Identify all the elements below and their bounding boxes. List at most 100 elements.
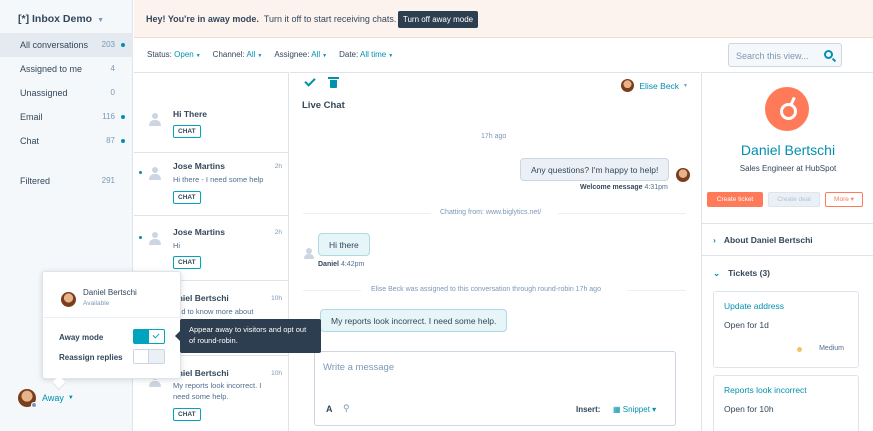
user-status-toggle[interactable]: Away ▼ — [18, 389, 74, 408]
snippet-dropdown[interactable]: ▦ Snippet ▾ — [613, 405, 656, 414]
chevron-down-icon: ▼ — [322, 53, 328, 59]
trash-icon[interactable] — [328, 77, 339, 88]
reassign-replies-toggle[interactable] — [133, 349, 165, 364]
sidebar-item-filtered[interactable]: Filtered 291 — [0, 169, 133, 193]
contact-name[interactable]: Daniel Bertschi — [702, 142, 873, 158]
check-icon[interactable] — [304, 75, 316, 87]
composer-placeholder: Write a message — [323, 362, 395, 373]
chevron-down-icon: ▼ — [195, 53, 201, 59]
list-item[interactable]: Jose Martins 2h Hi there - I need some h… — [134, 153, 289, 216]
sidebar-item-email[interactable]: Email 116 — [0, 105, 133, 129]
chevron-down-icon: ⌄ — [713, 268, 721, 278]
divider — [303, 290, 361, 291]
away-mode-toggle[interactable] — [133, 329, 165, 344]
unread-dot-icon — [121, 139, 125, 143]
unread-dot-icon — [139, 236, 142, 239]
avatar — [621, 79, 635, 92]
sidebar-item-count: 291 — [101, 176, 115, 185]
sidebar-item-count: 116 — [102, 112, 115, 121]
more-button[interactable]: More ▾ — [825, 192, 863, 207]
about-section[interactable]: › About Daniel Bertschi — [702, 223, 873, 255]
assignee-dropdown[interactable]: Elise Beck ▼ — [621, 79, 688, 92]
status-filter[interactable]: Status: Open ▼ — [147, 50, 201, 59]
message-composer[interactable]: Write a message A ⚲ Insert: ▦ Snippet ▾ — [314, 351, 676, 426]
chat-toolbar: Elise Beck ▼ — [290, 72, 700, 96]
assignee-filter[interactable]: Assignee: All ▼ — [274, 50, 327, 59]
ticket-status: Open for 10h — [724, 404, 774, 414]
conversation-time: 2h — [274, 229, 282, 236]
sidebar-item-count: 87 — [106, 136, 115, 145]
away-mode-tooltip: Appear away to visitors and opt out of r… — [175, 319, 321, 353]
message-bubble: My reports look incorrect. I need some h… — [320, 309, 508, 332]
sidebar-item-label: All conversations — [20, 40, 89, 50]
list-item[interactable]: Hi There CHAT — [134, 73, 289, 153]
attachment-icon[interactable]: ⚲ — [343, 403, 350, 414]
sidebar-item-count: 4 — [110, 64, 115, 73]
conversation-snippet: Hi there - I need some help — [173, 175, 264, 184]
conversation-time: 2h — [274, 163, 282, 170]
user-icon — [149, 167, 161, 181]
section-title: Tickets (3) — [728, 268, 771, 278]
sidebar-item-label: Assigned to me — [20, 64, 83, 74]
chatting-from-note: Chatting from: www.biglytics.net/ — [440, 209, 542, 216]
divider — [558, 213, 686, 214]
avatar — [18, 389, 37, 408]
divider — [43, 317, 182, 318]
channel-tag: CHAT — [173, 256, 201, 269]
user-icon — [304, 248, 314, 260]
chevron-down-icon: ▼ — [67, 395, 74, 401]
contact-name: Jose Martins — [173, 227, 225, 237]
contact-name: aniel Bertschi — [173, 293, 229, 303]
sidebar-item-assigned-to-me[interactable]: Assigned to me 4 — [0, 57, 133, 81]
chat-title: Live Chat — [302, 100, 345, 111]
sidebar-item-chat[interactable]: Chat 87 — [0, 129, 133, 153]
chevron-down-icon: ▼ — [257, 53, 263, 59]
turn-off-away-mode-button[interactable]: Turn off away mode — [398, 11, 478, 28]
chevron-down-icon: ▼ — [97, 17, 105, 24]
channel-filter[interactable]: Channel: All ▼ — [213, 50, 263, 59]
message-bubble: Hi there — [318, 233, 370, 256]
assignment-note: Elise Beck was assigned to this conversa… — [371, 286, 601, 293]
ticket-card[interactable]: Update address Open for 1d Medium — [713, 291, 859, 368]
channel-tag: CHAT — [173, 125, 201, 138]
channel-tag: CHAT — [173, 191, 201, 204]
sidebar-item-all-conversations[interactable]: All conversations 203 — [0, 33, 133, 57]
ticket-status: Open for 1d — [724, 320, 769, 330]
chevron-right-icon: › — [713, 235, 716, 245]
conversation-snippet: Hi — [173, 241, 181, 250]
date-filter[interactable]: Date: All time ▼ — [339, 50, 393, 59]
reassign-replies-label: Reassign replies — [59, 353, 123, 362]
banner-message: Turn it off to start receiving chats. — [263, 14, 397, 24]
sidebar-item-unassigned[interactable]: Unassigned 0 — [0, 81, 133, 105]
text-format-icon[interactable]: A — [326, 404, 333, 414]
ticket-card[interactable]: Reports look incorrect Open for 10h — [713, 375, 859, 431]
status-popover: Daniel Bertschi Available Away mode Reas… — [42, 271, 182, 379]
inbox-switcher[interactable]: [*] Inbox Demo ▼ — [18, 13, 104, 25]
sidebar-item-count: 203 — [101, 40, 115, 49]
timestamp: 17h ago — [481, 133, 507, 140]
sidebar-item-label: Chat — [20, 136, 40, 146]
contact-name: Hi There — [173, 109, 208, 119]
search-icon[interactable] — [824, 50, 833, 59]
sidebar-item-count: 0 — [110, 88, 115, 97]
create-deal-button[interactable]: Create deal — [768, 192, 820, 207]
tickets-header[interactable]: ⌄ Tickets (3) — [713, 268, 770, 279]
chevron-down-icon: ▼ — [683, 82, 688, 89]
away-mode-label: Away mode — [59, 333, 104, 342]
search-input[interactable]: Search this view... — [728, 43, 842, 67]
ticket-title[interactable]: Reports look incorrect — [724, 385, 807, 395]
banner-text: Hey! You're in away mode. Turn it off to… — [146, 14, 396, 24]
avatar — [676, 168, 690, 182]
popover-user-name: Daniel Bertschi — [83, 288, 137, 297]
assignee-name: Elise Beck — [639, 80, 680, 91]
message-bubble: Any questions? I'm happy to help! — [520, 158, 670, 181]
ticket-title[interactable]: Update address — [724, 301, 784, 311]
contact-title: Sales Engineer at HubSpot — [739, 164, 837, 173]
search-placeholder: Search this view... — [736, 51, 809, 61]
conversation-time: 10h — [271, 370, 282, 377]
message-meta: Daniel 4:42pm — [318, 261, 365, 268]
section-title: About Daniel Bertschi — [723, 235, 813, 245]
message-meta: Welcome message 4:31pm — [580, 184, 668, 191]
channel-tag: CHAT — [173, 408, 201, 421]
create-ticket-button[interactable]: Create ticket — [707, 192, 763, 207]
